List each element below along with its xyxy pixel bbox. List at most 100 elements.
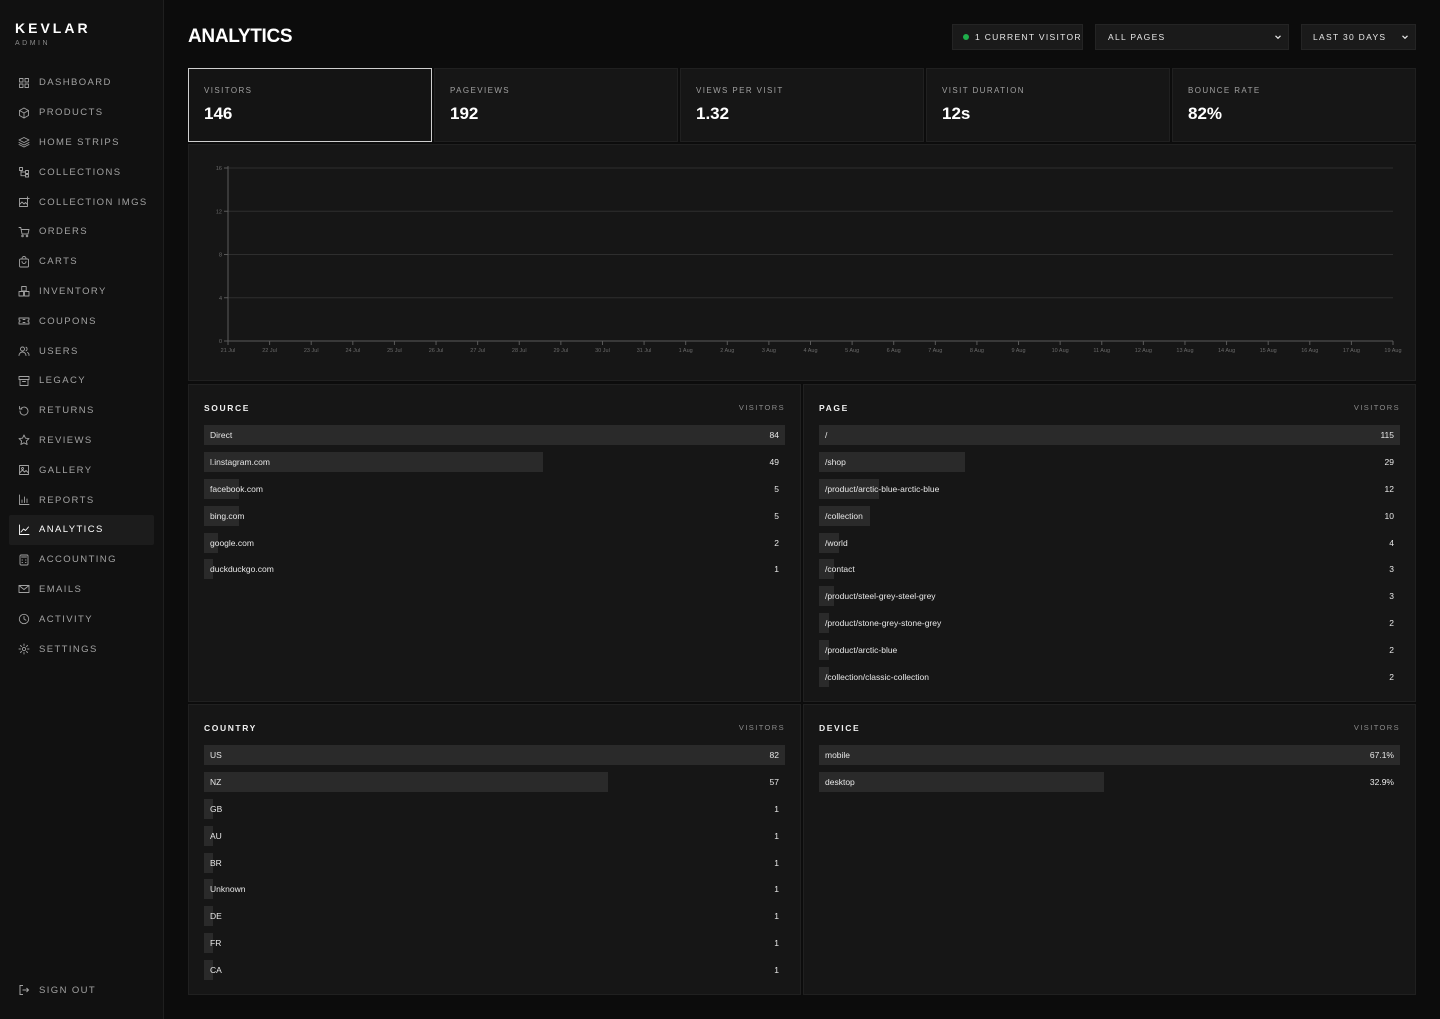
row-label: US xyxy=(210,750,222,760)
list-item[interactable]: /collection/classic-collection 2 xyxy=(819,667,1400,688)
list-item[interactable]: FR 1 xyxy=(204,933,785,954)
row-value: 1 xyxy=(774,803,779,814)
x-tick-label: 1 Aug xyxy=(679,348,693,354)
list-item[interactable]: / 115 xyxy=(819,425,1400,445)
sidebar-item-label: CARTS xyxy=(39,256,79,268)
sidebar-item-analytics[interactable]: ANALYTICS xyxy=(9,514,154,545)
list-item[interactable]: GB 1 xyxy=(204,798,785,819)
sidebar-item-legacy[interactable]: LEGACY xyxy=(9,366,154,396)
sidebar-item-inventory[interactable]: INVENTORY xyxy=(9,277,154,307)
row-label: /contact xyxy=(825,564,855,575)
row-value: 1 xyxy=(774,965,779,976)
sidebar-item-gallery[interactable]: GALLERY xyxy=(9,455,154,485)
x-tick-label: 31 Jul xyxy=(637,348,652,354)
x-tick-label: 21 Jul xyxy=(221,348,236,354)
row-label: AU xyxy=(210,830,222,841)
current-visitor-badge[interactable]: 1 CURRENT VISITOR xyxy=(952,24,1083,50)
sidebar-item-users[interactable]: USERS xyxy=(9,336,154,366)
x-tick-label: 30 Jul xyxy=(595,348,610,354)
sidebar-item-label: ACTIVITY xyxy=(39,613,93,625)
list-item[interactable]: l.instagram.com 49 xyxy=(204,451,785,472)
list-item[interactable]: Direct 84 xyxy=(204,425,785,445)
list-item[interactable]: google.com 2 xyxy=(204,532,785,553)
sidebar-item-products[interactable]: PRODUCTS xyxy=(9,98,154,128)
brand-logo[interactable]: KEVLAR ADMIN xyxy=(15,20,91,47)
sidebar-item-label: USERS xyxy=(39,345,79,357)
row-label: Direct xyxy=(210,430,233,440)
country-panel: COUNTRY VISITORS US 82 NZ 57 GB 1 AU 1 BR 1 Unknown 1… xyxy=(188,704,801,995)
list-item[interactable]: /collection 10 xyxy=(819,505,1400,526)
line-chart-icon xyxy=(18,524,30,536)
row-value: 2 xyxy=(1389,645,1394,656)
stat-card-views-per-visit[interactable]: VIEWS PER VISIT 1.32 xyxy=(680,68,924,142)
row-value: 2 xyxy=(774,537,779,548)
list-item[interactable]: /product/stone-grey-stone-grey 2 xyxy=(819,613,1400,634)
live-dot-icon xyxy=(963,34,969,40)
sidebar-item-label: GALLERY xyxy=(39,464,93,476)
list-item[interactable]: desktop 32.9% xyxy=(819,771,1400,792)
row-value: 82 xyxy=(769,750,779,760)
sidebar: KEVLAR ADMIN DASHBOARD PRODUCTS HOME STRIP… xyxy=(0,0,164,1019)
sidebar-nav: DASHBOARD PRODUCTS HOME STRIPS COLLECTIONS C… xyxy=(9,68,154,664)
row-value: 3 xyxy=(1389,564,1394,575)
row-value: 12 xyxy=(1384,483,1394,494)
list-item[interactable]: duckduckgo.com 1 xyxy=(204,559,785,580)
sidebar-item-settings[interactable]: SETTINGS xyxy=(9,634,154,664)
sidebar-item-carts[interactable]: CARTS xyxy=(9,247,154,277)
x-tick-label: 23 Jul xyxy=(304,348,319,354)
page-filter-select[interactable]: ALL PAGES xyxy=(1095,24,1289,50)
stat-value: 146 xyxy=(204,104,233,123)
sidebar-item-emails[interactable]: EMAILS xyxy=(9,575,154,605)
list-item[interactable]: /product/arctic-blue-arctic-blue 12 xyxy=(819,478,1400,499)
list-item[interactable]: BR 1 xyxy=(204,852,785,873)
list-item[interactable]: /product/arctic-blue 2 xyxy=(819,640,1400,661)
list-item[interactable]: NZ 57 xyxy=(204,771,785,792)
list-item[interactable]: mobile 67.1% xyxy=(819,745,1400,765)
row-label: /collection/classic-collection xyxy=(825,672,929,683)
sign-out-button[interactable]: SIGN OUT xyxy=(18,984,96,996)
x-tick-label: 24 Jul xyxy=(345,348,360,354)
sidebar-item-collections[interactable]: COLLECTIONS xyxy=(9,157,154,187)
list-item[interactable]: US 82 xyxy=(204,745,785,765)
row-value: 1 xyxy=(774,857,779,868)
archive-icon xyxy=(18,375,30,387)
list-item[interactable]: CA 1 xyxy=(204,960,785,981)
sidebar-item-coupons[interactable]: COUPONS xyxy=(9,306,154,336)
list-item[interactable]: Unknown 1 xyxy=(204,879,785,900)
date-range-select[interactable]: LAST 30 DAYS xyxy=(1301,24,1416,50)
breakdown-list: Direct 84 l.instagram.com 49 facebook.com 5 bi… xyxy=(204,425,785,586)
stat-card-visit-duration[interactable]: VISIT DURATION 12s xyxy=(926,68,1170,142)
x-tick-label: 16 Aug xyxy=(1301,348,1318,354)
stat-card-visitors[interactable]: VISITORS 146 xyxy=(188,68,432,142)
row-value: 4 xyxy=(1389,537,1394,548)
sidebar-item-accounting[interactable]: ACCOUNTING xyxy=(9,545,154,575)
source-panel: SOURCE VISITORS Direct 84 l.instagram.com 49 f… xyxy=(188,384,801,702)
sidebar-item-collection-imgs[interactable]: COLLECTION IMGS xyxy=(9,187,154,217)
sidebar-item-home-strips[interactable]: HOME STRIPS xyxy=(9,128,154,158)
sidebar-item-dashboard[interactable]: DASHBOARD xyxy=(9,68,154,98)
stat-label: VIEWS PER VISIT xyxy=(696,86,784,95)
x-tick-label: 26 Jul xyxy=(429,348,444,354)
stat-value: 192 xyxy=(450,104,479,123)
list-item[interactable]: /world 4 xyxy=(819,532,1400,553)
list-item[interactable]: /product/steel-grey-steel-grey 3 xyxy=(819,586,1400,607)
sidebar-item-label: ANALYTICS xyxy=(39,524,104,536)
row-label: FR xyxy=(210,938,222,949)
list-item[interactable]: bing.com 5 xyxy=(204,505,785,526)
stat-card-bounce-rate[interactable]: BOUNCE RATE 82% xyxy=(1172,68,1416,142)
sidebar-item-activity[interactable]: ACTIVITY xyxy=(9,604,154,634)
sidebar-item-orders[interactable]: ORDERS xyxy=(9,217,154,247)
list-item[interactable]: DE 1 xyxy=(204,906,785,927)
list-item[interactable]: /shop 29 xyxy=(819,451,1400,472)
list-item[interactable]: /contact 3 xyxy=(819,559,1400,580)
list-item[interactable]: facebook.com 5 xyxy=(204,478,785,499)
sidebar-item-returns[interactable]: RETURNS xyxy=(9,396,154,426)
sidebar-item-label: REVIEWS xyxy=(39,434,93,446)
list-item[interactable]: AU 1 xyxy=(204,825,785,846)
stat-card-pageviews[interactable]: PAGEVIEWS 192 xyxy=(434,68,678,142)
row-label: BR xyxy=(210,857,222,868)
stat-label: VISIT DURATION xyxy=(942,86,1025,95)
rotate-icon xyxy=(18,405,30,417)
sidebar-item-reports[interactable]: REPORTS xyxy=(9,485,154,515)
sidebar-item-reviews[interactable]: REVIEWS xyxy=(9,426,154,456)
